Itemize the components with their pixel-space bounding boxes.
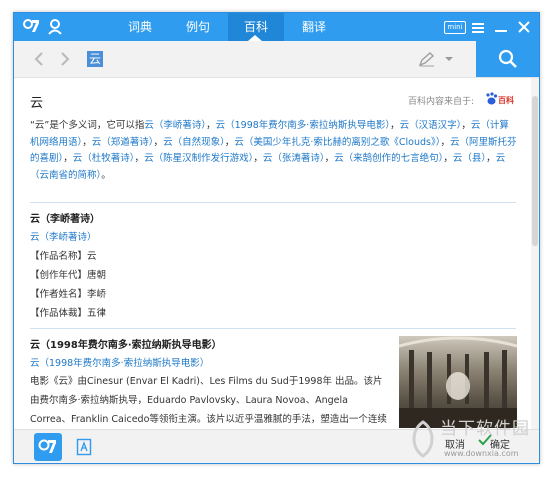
summary-text: ， (253, 153, 263, 164)
summary-text: ， (224, 136, 235, 148)
summary-text: ， (324, 153, 335, 164)
close-icon[interactable] (517, 19, 531, 35)
section-detail-line: 【作品名称】云 (30, 251, 97, 262)
summary-text: ， (153, 136, 164, 148)
search-input[interactable]: 云 (87, 51, 104, 67)
summary-link[interactable]: 云（杜牧著诗） (73, 153, 135, 164)
section-detail-line: 【作品体裁】五律 (30, 308, 107, 319)
app-logo-icon (22, 17, 42, 41)
summary-text: ， (206, 120, 216, 131)
search-icon (498, 49, 517, 68)
summary-link[interactable]: 云（陈星汉制作发行游戏） (144, 153, 253, 164)
menu-icon[interactable] (471, 19, 485, 35)
watermark-logo-icon (405, 420, 441, 462)
section-link[interactable]: 云（1998年费尔南多·索拉纳斯执导电影） (30, 355, 209, 369)
tab-dictionary[interactable]: 词典 (112, 13, 168, 41)
back-arrow-icon[interactable] (32, 50, 46, 72)
document-icon[interactable] (76, 438, 92, 460)
summary-link[interactable]: 云（来鹄创作的七言绝句） (334, 153, 443, 164)
section-detail-line: 【创作年代】唐朝 (30, 270, 107, 281)
search-button[interactable] (476, 41, 539, 77)
baidu-baike-logo[interactable]: 百科 (484, 92, 524, 109)
summary-link[interactable]: 云（张涛著诗） (263, 153, 325, 164)
mini-mode-button[interactable]: mini (444, 21, 466, 34)
section-title: 云（李峤著诗） (30, 214, 100, 225)
minimize-icon[interactable] (494, 19, 508, 35)
forward-arrow-icon[interactable] (58, 50, 72, 72)
summary-link[interactable]: 云（县） (453, 153, 486, 164)
entry-summary: “云”是个多义词，它可以指云（李峤著诗），云（1998年费尔南多·索拉纳斯执导电… (30, 118, 518, 184)
handwriting-pen-icon[interactable] (418, 51, 436, 71)
app-window: 词典 例句 百科 翻译 mini 云 云 百科内容来自于: 百科 “云”是个多义… (13, 12, 540, 464)
watermark-url: www.downxia.com (444, 449, 519, 458)
summary-text: ， (486, 153, 496, 164)
entry-title: 云 (30, 96, 44, 111)
tab-translate[interactable]: 翻译 (286, 13, 342, 41)
summary-text: ， (461, 120, 471, 131)
summary-text: ， (63, 153, 73, 164)
source-label: 百科内容来自于: (408, 97, 475, 107)
user-icon[interactable] (47, 17, 63, 41)
title-bar: 词典 例句 百科 翻译 mini (14, 13, 539, 41)
svg-text:百科: 百科 (498, 95, 514, 105)
search-bar: 云 (14, 41, 539, 78)
summary-text: 。 (101, 169, 111, 181)
section-link[interactable]: 云（李峤著诗） (30, 229, 97, 243)
summary-text: ， (134, 153, 145, 164)
summary-text: ， (82, 136, 92, 148)
summary-link[interactable]: 云（1998年费尔南多·索拉纳斯执导电影） (216, 120, 390, 131)
tab-examples[interactable]: 例句 (170, 13, 226, 41)
section-paragraph: 电影《云》由Cinesur (Envar El Kadri)、Les Films… (30, 376, 387, 425)
encyclopedia-content: 云 百科内容来自于: 百科 “云”是个多义词，它可以指云（李峤著诗），云（199… (14, 78, 531, 429)
summary-text: “云”是个多义词，它可以指 (30, 120, 145, 131)
summary-text: ， (390, 120, 400, 131)
summary-link[interactable]: 云（美国少年扎克·索比赫的离别之歌《Clouds》） (234, 137, 440, 148)
summary-link[interactable]: 云（汉语汉字） (400, 120, 462, 131)
vertical-scrollbar[interactable] (531, 78, 539, 429)
summary-text: ， (440, 136, 450, 148)
section-title: 云（1998年费尔南多·索拉纳斯执导电影） (30, 340, 222, 351)
section-divider (30, 202, 516, 203)
tab-encyclopedia[interactable]: 百科 (228, 13, 284, 41)
section-divider (30, 328, 516, 329)
summary-link[interactable]: 云（郑遒著诗） (92, 137, 154, 148)
section-detail-line: 【作者姓名】李峤 (30, 289, 107, 300)
watermark-site-name: 当下软件园 (440, 419, 530, 439)
summary-link[interactable]: 云（自然现象） (163, 137, 225, 148)
chevron-down-icon[interactable] (445, 57, 453, 61)
summary-text: ， (443, 153, 453, 164)
summary-link[interactable]: 云（李峤著诗） (144, 120, 206, 131)
app-logo-button[interactable] (34, 433, 62, 461)
scrollbar-thumb[interactable] (532, 96, 538, 246)
